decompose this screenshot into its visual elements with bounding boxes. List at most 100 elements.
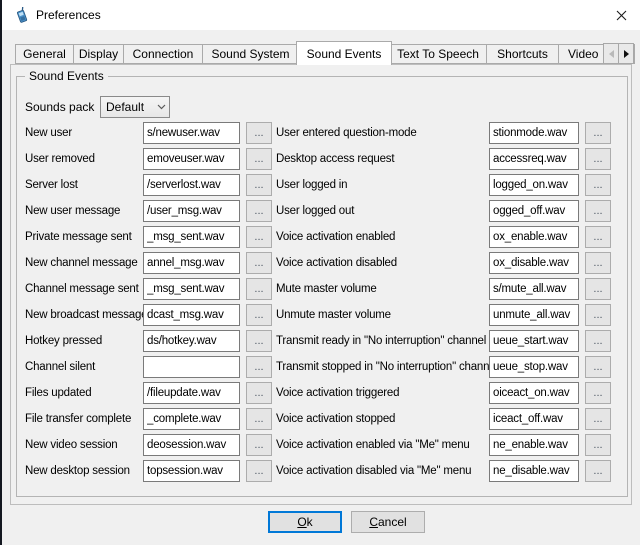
- sound-file-input[interactable]: [489, 304, 579, 326]
- sound-file-input[interactable]: [143, 226, 240, 248]
- event-label: Voice activation enabled via "Me" menu: [276, 439, 489, 451]
- ellipsis-icon: ...: [593, 284, 602, 294]
- ellipsis-icon: ...: [593, 336, 602, 346]
- sound-file-input[interactable]: [143, 356, 240, 378]
- event-label: Mute master volume: [276, 283, 489, 295]
- sound-file-input[interactable]: [489, 226, 579, 248]
- ellipsis-icon: ...: [593, 232, 602, 242]
- sound-file-input[interactable]: [489, 434, 579, 456]
- tab-general[interactable]: General: [15, 44, 74, 64]
- browse-button[interactable]: ...: [585, 278, 611, 300]
- sound-file-input[interactable]: [489, 356, 579, 378]
- browse-button[interactable]: ...: [585, 122, 611, 144]
- event-label: New user message: [25, 205, 143, 217]
- sound-file-input[interactable]: [489, 148, 579, 170]
- preferences-window: Preferences GeneralDisplayConnectionSoun…: [2, 0, 640, 545]
- close-button[interactable]: [602, 0, 640, 30]
- sound-event-row: Unmute master volume ...: [276, 304, 611, 326]
- browse-button[interactable]: ...: [585, 356, 611, 378]
- tab-display[interactable]: Display: [73, 44, 124, 64]
- browse-button[interactable]: ...: [585, 460, 611, 482]
- sound-file-input[interactable]: [489, 122, 579, 144]
- tab-sound-events[interactable]: Sound Events: [296, 41, 392, 65]
- event-label: Transmit stopped in "No interruption" ch…: [276, 361, 489, 373]
- ellipsis-icon: ...: [593, 362, 602, 372]
- sound-file-input[interactable]: [489, 460, 579, 482]
- tab-scroll-left-button[interactable]: [603, 43, 619, 64]
- browse-button[interactable]: ...: [585, 382, 611, 404]
- sound-event-row: New desktop session ...: [25, 460, 272, 482]
- ellipsis-icon: ...: [593, 154, 602, 164]
- sound-event-row: Voice activation triggered ...: [276, 382, 611, 404]
- sound-file-input[interactable]: [143, 330, 240, 352]
- chevron-left-icon: [609, 50, 614, 58]
- sound-event-row: Channel silent ...: [25, 356, 272, 378]
- ellipsis-icon: ...: [254, 154, 263, 164]
- sound-file-input[interactable]: [489, 382, 579, 404]
- browse-button[interactable]: ...: [585, 408, 611, 430]
- sound-event-row: Voice activation disabled ...: [276, 252, 611, 274]
- sound-file-input[interactable]: [143, 174, 240, 196]
- sound-file-input[interactable]: [143, 200, 240, 222]
- browse-button[interactable]: ...: [246, 304, 272, 326]
- browse-button[interactable]: ...: [246, 330, 272, 352]
- browse-button[interactable]: ...: [246, 200, 272, 222]
- browse-button[interactable]: ...: [246, 356, 272, 378]
- ellipsis-icon: ...: [254, 180, 263, 190]
- browse-button[interactable]: ...: [246, 382, 272, 404]
- ellipsis-icon: ...: [593, 414, 602, 424]
- tab-scroll-right-button[interactable]: [618, 43, 634, 64]
- sounds-pack-select[interactable]: Default: [100, 96, 170, 118]
- browse-button[interactable]: ...: [585, 174, 611, 196]
- browse-button[interactable]: ...: [246, 174, 272, 196]
- sound-event-row: Private message sent ...: [25, 226, 272, 248]
- browse-button[interactable]: ...: [585, 304, 611, 326]
- sound-file-input[interactable]: [143, 252, 240, 274]
- browse-button[interactable]: ...: [246, 226, 272, 248]
- browse-button[interactable]: ...: [246, 460, 272, 482]
- sound-event-row: Voice activation stopped ...: [276, 408, 611, 430]
- sound-file-input[interactable]: [143, 382, 240, 404]
- browse-button[interactable]: ...: [585, 252, 611, 274]
- sound-event-row: User removed ...: [25, 148, 272, 170]
- sound-file-input[interactable]: [143, 278, 240, 300]
- tab-sound-system[interactable]: Sound System: [202, 44, 299, 64]
- sound-file-input[interactable]: [489, 252, 579, 274]
- sound-file-input[interactable]: [489, 174, 579, 196]
- sound-file-input[interactable]: [143, 460, 240, 482]
- sound-file-input[interactable]: [143, 304, 240, 326]
- sound-file-input[interactable]: [489, 200, 579, 222]
- tab-connection[interactable]: Connection: [123, 44, 203, 64]
- sound-file-input[interactable]: [143, 408, 240, 430]
- sound-file-input[interactable]: [489, 408, 579, 430]
- event-label: User logged in: [276, 179, 489, 191]
- tab-scroll-buttons: [603, 43, 634, 64]
- sound-event-row: Hotkey pressed ...: [25, 330, 272, 352]
- browse-button[interactable]: ...: [246, 252, 272, 274]
- sound-events-groupbox: Sound Events Sounds pack Default New use…: [16, 76, 628, 497]
- sound-file-input[interactable]: [489, 330, 579, 352]
- sound-file-input[interactable]: [143, 434, 240, 456]
- browse-button[interactable]: ...: [246, 122, 272, 144]
- ok-button[interactable]: Ok: [268, 511, 342, 533]
- browse-button[interactable]: ...: [585, 200, 611, 222]
- browse-button[interactable]: ...: [585, 434, 611, 456]
- sound-file-input[interactable]: [489, 278, 579, 300]
- sound-file-input[interactable]: [143, 148, 240, 170]
- chevron-down-icon: [153, 104, 169, 110]
- browse-button[interactable]: ...: [246, 434, 272, 456]
- browse-button[interactable]: ...: [246, 278, 272, 300]
- ellipsis-icon: ...: [593, 128, 602, 138]
- browse-button[interactable]: ...: [585, 148, 611, 170]
- sound-events-column-right: User entered question-mode ... Desktop a…: [276, 122, 611, 486]
- sound-event-row: User logged in ...: [276, 174, 611, 196]
- cancel-button[interactable]: Cancel: [351, 511, 425, 533]
- browse-button[interactable]: ...: [246, 148, 272, 170]
- tab-text-to-speech[interactable]: Text To Speech: [389, 44, 487, 64]
- event-label: User entered question-mode: [276, 127, 489, 139]
- browse-button[interactable]: ...: [585, 330, 611, 352]
- browse-button[interactable]: ...: [585, 226, 611, 248]
- sound-file-input[interactable]: [143, 122, 240, 144]
- browse-button[interactable]: ...: [246, 408, 272, 430]
- tab-shortcuts[interactable]: Shortcuts: [486, 44, 559, 64]
